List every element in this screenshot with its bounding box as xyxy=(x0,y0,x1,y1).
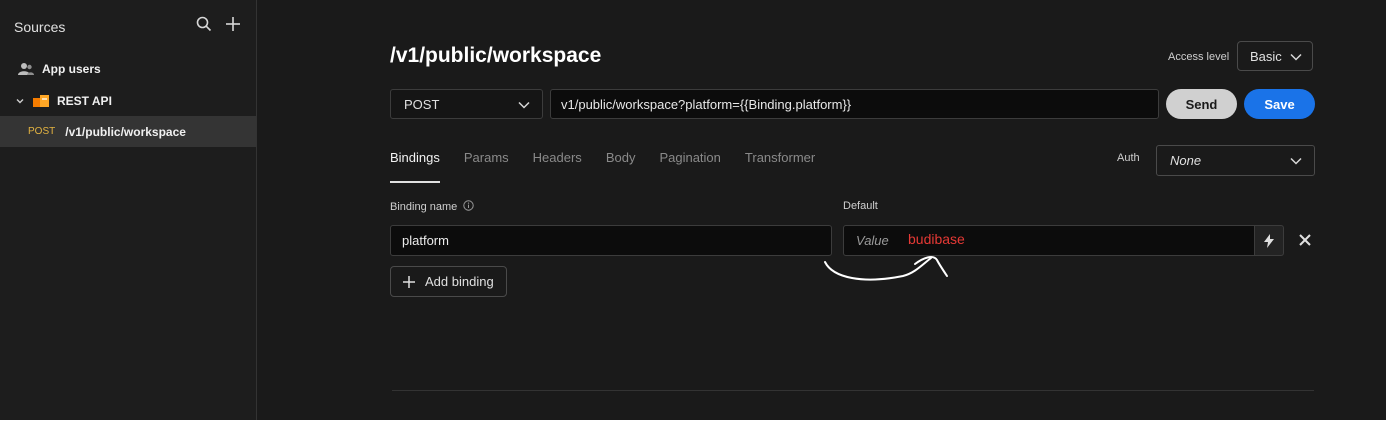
annotation-scribble xyxy=(824,256,948,281)
sidebar-item-app-users[interactable]: App users xyxy=(0,53,256,84)
tab-body[interactable]: Body xyxy=(606,150,636,165)
sidebar-item-query[interactable]: POST /v1/public/workspace xyxy=(0,116,256,147)
sidebar-item-rest-api[interactable]: REST API xyxy=(0,85,256,116)
annotation-text: budibase xyxy=(908,231,965,247)
rest-api-icon xyxy=(33,94,49,108)
access-level-select[interactable]: Basic xyxy=(1237,41,1313,71)
method-value: POST xyxy=(404,96,440,112)
plus-icon xyxy=(403,275,415,288)
sidebar: Sources App users REST API POST /v1/publ… xyxy=(0,0,257,420)
auth-select[interactable]: None xyxy=(1156,145,1315,176)
tab-bar: Bindings Params Headers Body Pagination … xyxy=(390,150,839,183)
chevron-down-icon xyxy=(1290,49,1302,64)
method-tag: POST xyxy=(28,126,56,137)
page-title: /v1/public/workspace xyxy=(390,44,602,67)
url-input[interactable]: v1/public/workspace?platform={{Binding.p… xyxy=(550,89,1159,119)
app-window: Sources App users REST API POST /v1/publ… xyxy=(0,0,1388,422)
tab-headers[interactable]: Headers xyxy=(533,150,582,165)
sidebar-actions xyxy=(196,16,240,32)
method-select[interactable]: POST xyxy=(390,89,543,119)
tab-params[interactable]: Params xyxy=(464,150,509,165)
info-icon[interactable] xyxy=(463,200,474,214)
chevron-down-icon[interactable] xyxy=(15,96,25,106)
binding-name-label: Binding name xyxy=(390,200,474,214)
chevron-down-icon xyxy=(518,97,530,112)
auth-value: None xyxy=(1170,153,1202,168)
binding-name-label-text: Binding name xyxy=(390,201,458,213)
default-label: Default xyxy=(843,200,878,212)
binding-name-input[interactable]: platform xyxy=(390,225,832,256)
sidebar-item-label: REST API xyxy=(57,93,112,108)
lightning-icon[interactable] xyxy=(1255,225,1284,256)
send-button[interactable]: Send xyxy=(1166,89,1237,119)
search-icon[interactable] xyxy=(196,16,212,32)
save-button[interactable]: Save xyxy=(1244,89,1315,119)
access-level-label: Access level xyxy=(1168,51,1230,63)
sidebar-title: Sources xyxy=(14,19,66,35)
sidebar-item-label: /v1/public/workspace xyxy=(65,124,186,139)
tab-pagination[interactable]: Pagination xyxy=(659,150,720,165)
users-icon xyxy=(18,62,34,76)
access-level-value: Basic xyxy=(1250,48,1282,64)
tab-bindings[interactable]: Bindings xyxy=(390,150,440,183)
add-binding-button[interactable]: Add binding xyxy=(390,266,507,297)
auth-label: Auth xyxy=(1117,152,1140,164)
query-editor: /v1/public/workspace Access level Basic … xyxy=(257,0,1386,420)
tab-transformer[interactable]: Transformer xyxy=(745,150,815,165)
chevron-down-icon xyxy=(1290,153,1302,168)
add-binding-label: Add binding xyxy=(425,274,494,289)
plus-icon[interactable] xyxy=(226,17,240,31)
close-icon[interactable] xyxy=(1297,232,1313,248)
section-divider xyxy=(392,390,1314,391)
sidebar-item-label: App users xyxy=(42,61,101,76)
